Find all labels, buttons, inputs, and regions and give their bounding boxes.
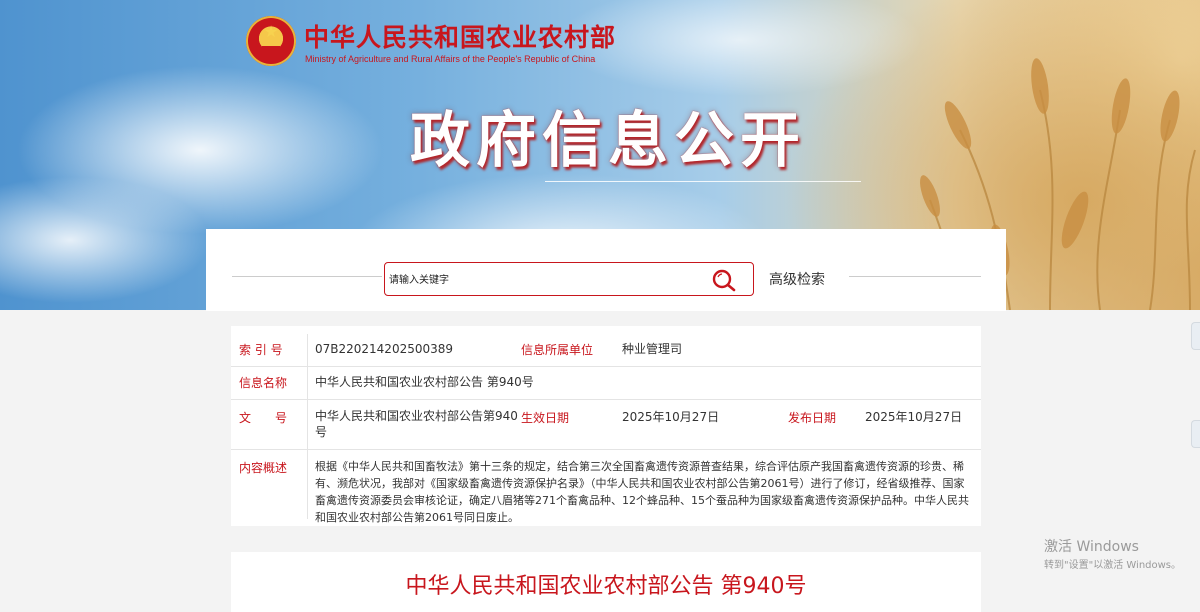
unit-value: 种业管理司 — [622, 342, 683, 356]
search-divider-right — [849, 276, 981, 277]
search-divider-left — [232, 276, 382, 277]
row-divider — [231, 399, 981, 400]
row-divider — [231, 449, 981, 450]
info-table: 索 引 号 07B220214202500389 信息所属单位 种业管理司 信息… — [231, 326, 981, 526]
search-icon[interactable] — [711, 268, 737, 292]
effective-date-value: 2025年10月27日 — [622, 410, 720, 424]
effective-date-label: 生效日期 — [521, 411, 570, 425]
column-divider — [307, 334, 308, 519]
unit-label: 信息所属单位 — [521, 343, 594, 357]
ministry-name-en: Ministry of Agriculture and Rural Affair… — [305, 54, 596, 64]
search-input[interactable] — [387, 267, 701, 293]
index-value: 07B220214202500389 — [315, 342, 454, 356]
side-scroll-tab[interactable] — [1191, 322, 1200, 350]
name-label: 信息名称 — [239, 376, 288, 390]
name-value: 中华人民共和国农业农村部公告 第940号 — [315, 375, 534, 389]
banner-divider — [545, 181, 861, 182]
windows-activation-hint: 转到"设置"以激活 Windows。 — [1044, 560, 1182, 571]
banner-title: 政府信息公开 — [410, 106, 806, 176]
docno-value: 中华人民共和国农业农村部公告第940号 — [315, 409, 518, 439]
national-emblem-icon: ★ — [246, 16, 296, 66]
publish-date-label: 发布日期 — [788, 411, 837, 425]
publish-date-value: 2025年10月27日 — [865, 410, 963, 424]
side-scroll-tab[interactable] — [1191, 420, 1200, 448]
docno-label: 文 号 — [239, 411, 288, 425]
summary-text: 根据《中华人民共和国畜牧法》第十三条的规定，结合第三次全国畜禽遗传资源普查结果，… — [315, 460, 969, 524]
document-title: 中华人民共和国农业农村部公告 第940号 — [405, 574, 807, 599]
document-header: 中华人民共和国农业农村部公告 第940号 — [231, 552, 981, 612]
row-divider — [231, 366, 981, 367]
ministry-name-cn[interactable]: 中华人民共和国农业农村部 — [304, 18, 616, 54]
advanced-search-link[interactable]: 高级检索 — [769, 269, 825, 289]
search-box — [384, 262, 754, 296]
summary-label: 内容概述 — [239, 461, 288, 475]
search-panel: 高级检索 — [206, 229, 1006, 311]
index-label: 索 引 号 — [239, 343, 283, 357]
windows-activation-title: 激活 Windows — [1044, 539, 1139, 555]
